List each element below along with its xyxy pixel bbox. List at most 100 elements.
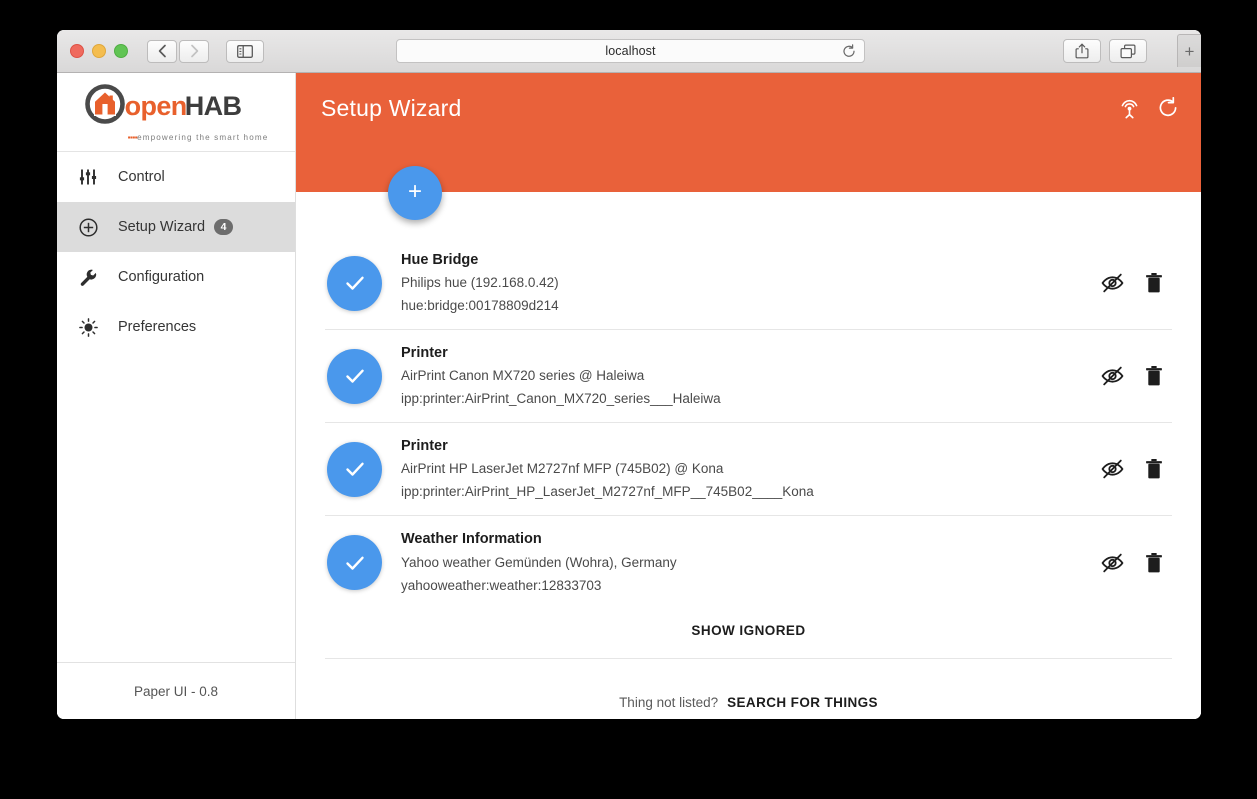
delete-thing-button[interactable] [1145, 552, 1163, 574]
ignore-thing-button[interactable] [1101, 553, 1124, 573]
sidebar-panel-icon [237, 44, 253, 58]
broadcast-antenna-icon [1121, 99, 1138, 119]
application-body: open HAB ▪▪▪▪empowering the smart home C… [57, 73, 1201, 719]
discovered-things-list: Hue Bridge Philips hue (192.168.0.42) hu… [325, 237, 1172, 609]
ignore-thing-button[interactable] [1101, 459, 1124, 479]
refresh-button[interactable] [1158, 96, 1179, 119]
page-title: Setup Wizard [321, 95, 462, 121]
new-tab-button[interactable]: + [1177, 34, 1201, 67]
sidebar-nav: Control Setup Wizard 4 Configuration Pre… [57, 152, 295, 662]
logo-text-open: open [124, 90, 188, 121]
header-actions [1119, 96, 1179, 119]
sidebar-footer-version: Paper UI - 0.8 [57, 662, 295, 719]
thing-uid: hue:bridge:00178809d214 [401, 298, 559, 314]
thing-details: Printer AirPrint Canon MX720 series @ Ha… [401, 338, 1101, 415]
ignore-thing-button[interactable] [1101, 273, 1124, 293]
thing-uid: yahooweather:weather:12833703 [401, 577, 602, 593]
plus-icon: + [407, 178, 422, 205]
address-bar[interactable]: localhost [396, 39, 865, 63]
thing-uid: ipp:printer:AirPrint_HP_LaserJet_M2727nf… [401, 484, 814, 500]
share-icon [1075, 43, 1089, 59]
avatar[interactable] [327, 255, 382, 311]
brightness-icon [79, 317, 105, 337]
check-icon [345, 462, 364, 476]
row-actions [1101, 365, 1172, 387]
delete-thing-button[interactable] [1145, 272, 1163, 294]
check-icon [345, 276, 364, 290]
logo-text-hab: HAB [184, 90, 242, 121]
show-tabs-button[interactable] [1109, 39, 1147, 63]
page-reload-button[interactable] [842, 44, 856, 64]
eye-off-icon [1101, 459, 1124, 479]
row-actions [1101, 458, 1172, 480]
show-ignored-button[interactable]: SHOW IGNORED [691, 623, 805, 638]
logo-tagline-dots: ▪▪▪▪ [127, 132, 138, 142]
thing-not-listed-row: Thing not listed? SEARCH FOR THINGS [325, 659, 1172, 710]
reload-icon [843, 44, 855, 57]
eye-off-icon [1101, 273, 1124, 293]
openhab-house-logo-icon [84, 83, 126, 130]
logo-tagline: ▪▪▪▪empowering the smart home [128, 133, 269, 142]
maximize-window-button[interactable] [114, 44, 128, 58]
thing-subtitle: Yahoo weather Gemünden (Wohra), Germany [401, 554, 677, 570]
show-ignored-row: SHOW IGNORED [325, 609, 1172, 658]
close-window-button[interactable] [70, 44, 84, 58]
share-button[interactable] [1063, 39, 1101, 63]
status-badge: 4 [214, 219, 234, 235]
check-icon [345, 556, 364, 570]
table-row[interactable]: Hue Bridge Philips hue (192.168.0.42) hu… [325, 237, 1172, 330]
minimize-window-button[interactable] [92, 44, 106, 58]
ignore-thing-button[interactable] [1101, 366, 1124, 386]
sidebar-item-label: Preferences [118, 319, 197, 335]
thing-title: Hue Bridge [401, 251, 479, 268]
browser-window: localhost + open HAB ▪▪▪▪empowering the … [57, 30, 1201, 719]
thing-title: Printer [401, 437, 448, 454]
table-row[interactable]: Weather Information Yahoo weather Gemünd… [325, 516, 1172, 609]
sidebar-item-setup-wizard[interactable]: Setup Wizard 4 [57, 202, 295, 252]
trash-icon [1146, 459, 1162, 479]
plus-circle-icon [79, 217, 105, 237]
sidebar-item-preferences[interactable]: Preferences [57, 302, 295, 352]
row-actions [1101, 272, 1172, 294]
back-button[interactable] [147, 39, 177, 63]
add-thing-fab-button[interactable]: + [388, 166, 442, 220]
thing-uid: ipp:printer:AirPrint_Canon_MX720_series_… [401, 391, 721, 407]
chevron-right-icon [190, 44, 198, 58]
thing-details: Hue Bridge Philips hue (192.168.0.42) hu… [401, 245, 1101, 322]
refresh-icon [1159, 96, 1177, 116]
trash-icon [1146, 273, 1162, 293]
sidebar-toggle-button[interactable] [226, 39, 264, 63]
avatar[interactable] [327, 441, 382, 497]
discovery-button[interactable] [1119, 96, 1140, 119]
search-for-things-button[interactable]: SEARCH FOR THINGS [727, 695, 878, 710]
trash-icon [1146, 366, 1162, 386]
delete-thing-button[interactable] [1145, 458, 1163, 480]
things-panel: Hue Bridge Philips hue (192.168.0.42) hu… [296, 237, 1201, 719]
forward-button[interactable] [179, 39, 209, 63]
window-controls [70, 44, 128, 58]
table-row[interactable]: Printer AirPrint Canon MX720 series @ Ha… [325, 330, 1172, 423]
sidebar-item-configuration[interactable]: Configuration [57, 252, 295, 302]
wrench-icon [79, 268, 105, 287]
chevron-left-icon [158, 44, 166, 58]
browser-nav-buttons [147, 39, 209, 63]
sliders-icon [79, 168, 105, 186]
delete-thing-button[interactable] [1145, 365, 1163, 387]
avatar[interactable] [327, 535, 382, 590]
row-actions [1101, 552, 1172, 574]
brand-logo: open HAB ▪▪▪▪empowering the smart home [57, 73, 295, 152]
avatar[interactable] [327, 348, 382, 404]
sidebar-item-label: Setup Wizard [118, 219, 206, 235]
sidebar-item-control[interactable]: Control [57, 152, 295, 202]
sidebar-item-label: Configuration [118, 269, 205, 285]
main-content: Setup Wizard + Hue Bridge Philips hue (1… [296, 73, 1201, 719]
eye-off-icon [1101, 553, 1124, 572]
thing-title: Printer [401, 344, 448, 361]
thing-details: Weather Information Yahoo weather Gemünd… [401, 524, 1101, 601]
thing-title: Weather Information [401, 531, 542, 548]
browser-right-tools [1063, 39, 1147, 63]
sidebar: open HAB ▪▪▪▪empowering the smart home C… [57, 73, 296, 719]
table-row[interactable]: Printer AirPrint HP LaserJet M2727nf MFP… [325, 423, 1172, 516]
thing-subtitle: AirPrint Canon MX720 series @ Haleiwa [401, 368, 645, 384]
sidebar-item-label: Control [118, 169, 165, 185]
